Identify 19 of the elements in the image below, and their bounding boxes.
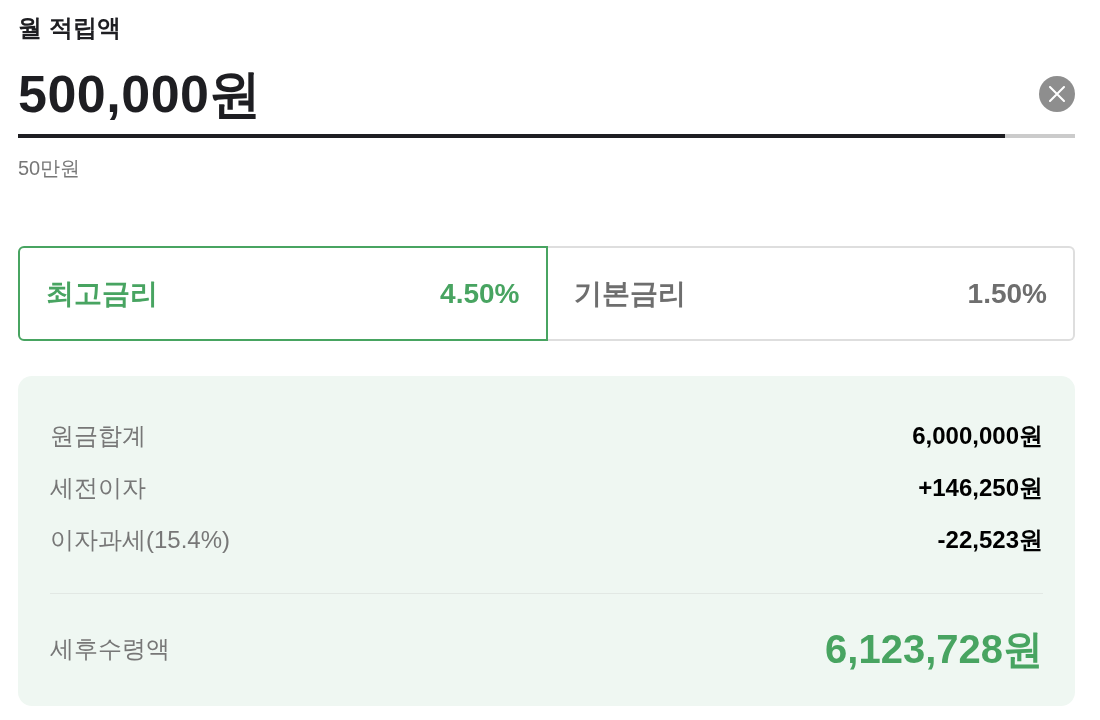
rate-tab[interactable]: 최고금리 4.50% <box>18 246 548 341</box>
rate-value: 1.50% <box>967 276 1047 311</box>
summary-value: +146,250원 <box>918 473 1043 503</box>
rate-tab[interactable]: 기본금리 1.50% <box>547 246 1075 341</box>
amount-input[interactable]: 500,000원 <box>18 62 262 126</box>
field-label: 월 적립액 <box>18 13 121 43</box>
summary-value: -22,523원 <box>937 525 1043 555</box>
summary-label: 원금합계 <box>50 421 146 451</box>
close-icon <box>1049 86 1065 102</box>
rate-label: 기본금리 <box>573 276 686 311</box>
clear-button[interactable] <box>1039 76 1075 112</box>
summary-label: 세전이자 <box>50 473 146 503</box>
summary-value: 6,000,000원 <box>912 421 1043 451</box>
rate-label: 최고금리 <box>46 276 158 311</box>
summary-label: 이자과세(15.4%) <box>50 525 231 555</box>
rate-value: 4.50% <box>440 276 520 311</box>
amount-hint: 50만원 <box>18 156 81 181</box>
total-value: 6,123,728원 <box>825 626 1043 673</box>
total-label: 세후수령액 <box>50 634 170 664</box>
